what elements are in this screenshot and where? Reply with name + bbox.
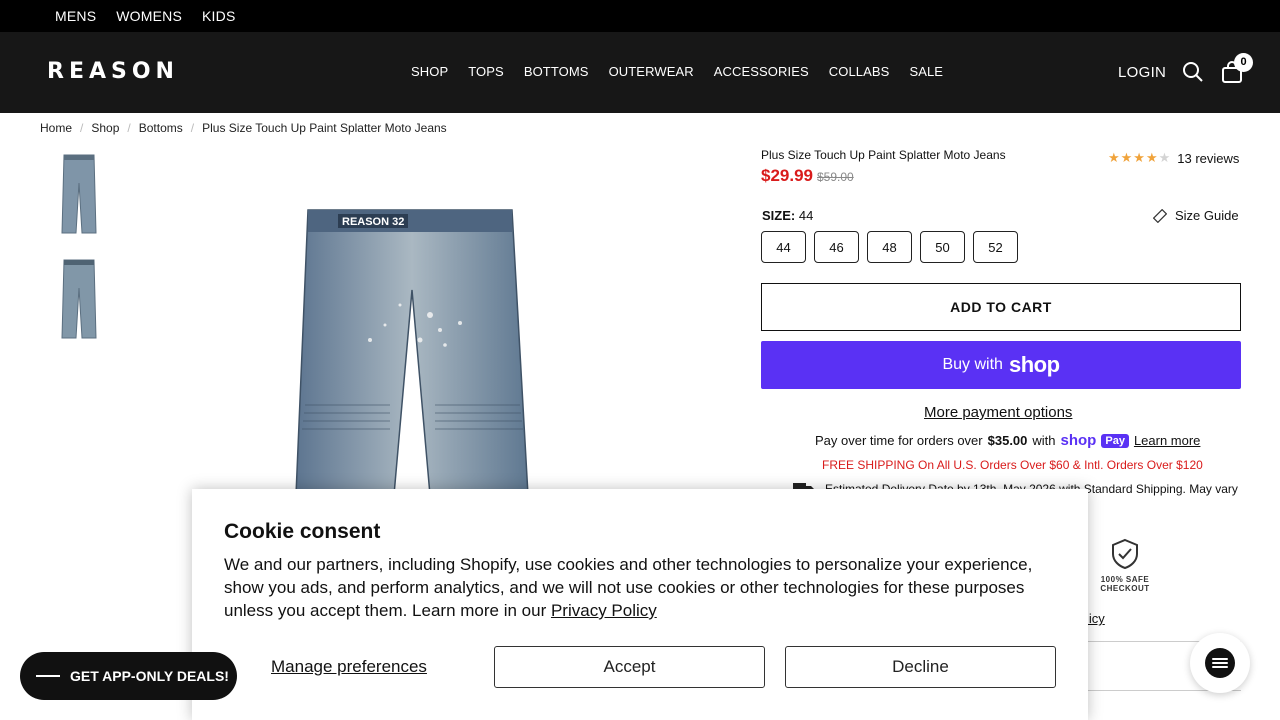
rating-stars-icon: ★★★★★ [1108, 150, 1172, 165]
top-category-bar: MENS WOMENS KIDS [0, 0, 1280, 32]
shop-logo: shop [1008, 352, 1060, 377]
product-title: Plus Size Touch Up Paint Splatter Moto J… [761, 148, 1006, 162]
topbar-link-womens[interactable]: WOMENS [116, 8, 182, 24]
search-icon[interactable] [1182, 61, 1204, 88]
nav-sale[interactable]: SALE [909, 64, 943, 79]
breadcrumb-separator: / [80, 121, 84, 135]
more-payment-options-link[interactable]: More payment options [924, 404, 1072, 421]
decline-button[interactable]: Decline [785, 646, 1056, 688]
breadcrumb-separator: / [190, 121, 195, 135]
product-thumbnail-1[interactable] [56, 153, 102, 235]
manage-preferences-link[interactable]: Manage preferences [271, 657, 427, 677]
breadcrumb: Home / Shop / Bottoms / Plus Size Touch … [40, 121, 447, 135]
cookie-body: We and our partners, including Shopify, … [224, 555, 1033, 620]
free-shipping-notice: FREE SHIPPING On All U.S. Orders Over $6… [822, 458, 1203, 472]
breadcrumb-current: Plus Size Touch Up Paint Splatter Moto J… [202, 121, 447, 135]
sale-price: $29.99 [761, 166, 813, 185]
size-option-48[interactable]: 48 [867, 231, 912, 263]
size-guide-link[interactable]: Size Guide [1153, 208, 1239, 223]
privacy-policy-link[interactable]: Privacy Policy [551, 601, 657, 620]
topbar-link-kids[interactable]: KIDS [202, 8, 235, 24]
size-option-52[interactable]: 52 [973, 231, 1018, 263]
buy-with-shop-button[interactable]: Buy with shop [761, 341, 1241, 389]
installments-info: Pay over time for orders over $35.00 wit… [815, 432, 1201, 449]
size-option-46[interactable]: 46 [814, 231, 859, 263]
app-deals-button[interactable]: GET APP-ONLY DEALS! [20, 652, 237, 700]
accept-button[interactable]: Accept [494, 646, 765, 688]
size-options: 44 46 48 50 52 [761, 231, 1018, 263]
selected-size: 44 [798, 208, 814, 223]
dash-icon [36, 675, 60, 677]
policy-link[interactable]: licy [1086, 611, 1105, 626]
shield-check-icon [1112, 538, 1138, 570]
product-thumbnail-2[interactable] [56, 258, 102, 340]
nav-shop[interactable]: SHOP [411, 64, 448, 79]
site-header: REASON SHOP TOPS BOTTOMS OUTERWEAR ACCES… [0, 32, 1280, 113]
nav-tops[interactable]: TOPS [468, 64, 504, 79]
chat-widget-button[interactable] [1190, 633, 1250, 693]
topbar-link-mens[interactable]: MENS [55, 8, 96, 24]
product-rating[interactable]: ★★★★★ 13 reviews [1108, 150, 1239, 166]
cookie-title: Cookie consent [224, 520, 381, 543]
nav-accessories[interactable]: ACCESSORIES [714, 64, 809, 79]
compare-price: $59.00 [817, 170, 854, 184]
breadcrumb-bottoms[interactable]: Bottoms [139, 121, 183, 135]
brand-logo[interactable]: REASON [47, 59, 179, 84]
shop-logo: shop [1060, 432, 1097, 449]
review-count[interactable]: 13 reviews [1177, 151, 1239, 166]
price-block: $29.99 $59.00 [761, 166, 854, 186]
cookie-consent-banner: Cookie consent We and our partners, incl… [192, 489, 1088, 720]
size-option-44[interactable]: 44 [761, 231, 806, 263]
learn-more-link[interactable]: Learn more [1134, 433, 1200, 448]
add-to-cart-button[interactable]: ADD TO CART [761, 283, 1241, 331]
login-link[interactable]: LOGIN [1118, 64, 1166, 81]
chat-icon [1205, 648, 1235, 678]
product-main-image[interactable]: REASON 32 [290, 205, 535, 500]
breadcrumb-shop[interactable]: Shop [91, 121, 119, 135]
size-option-50[interactable]: 50 [920, 231, 965, 263]
svg-text:REASON 32: REASON 32 [342, 216, 404, 228]
cart-count-badge: 0 [1234, 53, 1253, 72]
main-nav: SHOP TOPS BOTTOMS OUTERWEAR ACCESSORIES … [411, 64, 943, 79]
breadcrumb-home[interactable]: Home [40, 121, 72, 135]
safe-checkout-badge: 100% SAFE CHECKOUT [1098, 538, 1152, 593]
size-label: SIZE: 44 [762, 208, 814, 223]
shoppay-badge: Pay [1101, 433, 1129, 448]
nav-bottoms[interactable]: BOTTOMS [524, 64, 589, 79]
breadcrumb-separator: / [127, 121, 131, 135]
nav-outerwear[interactable]: OUTERWEAR [609, 64, 694, 79]
nav-collabs[interactable]: COLLABS [829, 64, 890, 79]
ruler-icon [1153, 208, 1167, 223]
